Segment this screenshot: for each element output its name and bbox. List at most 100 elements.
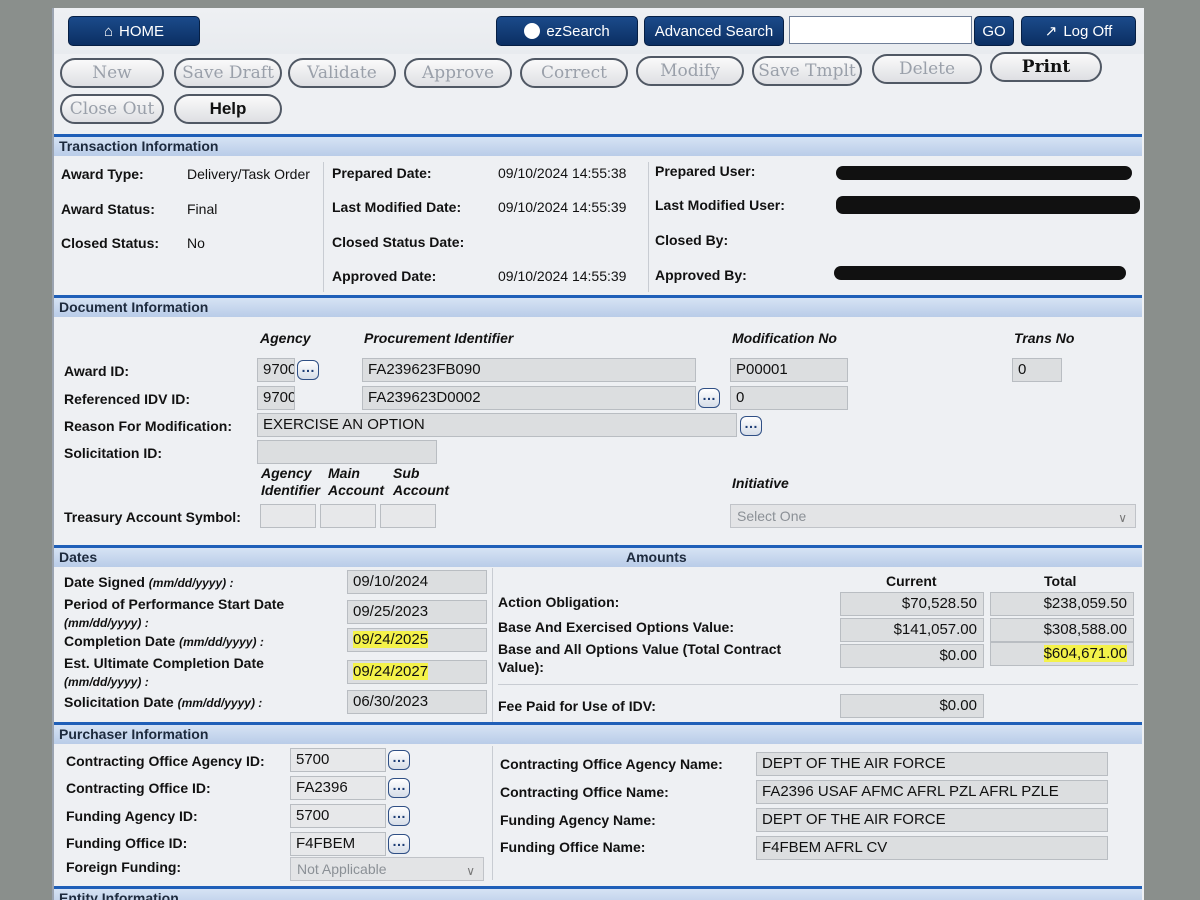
award-type-value: Delivery/Task Order: [187, 166, 310, 182]
funding-office-lookup-button[interactable]: …: [388, 834, 410, 854]
purchaser-title: Purchaser Information: [59, 726, 209, 742]
sub-account-field[interactable]: [380, 504, 436, 528]
completion-date-field[interactable]: 09/24/2025: [347, 628, 487, 652]
prepared-user-label: Prepared User:: [655, 163, 756, 179]
funding-agency-id-field[interactable]: 5700: [290, 804, 386, 828]
base-all-options-total[interactable]: $604,671.00: [990, 642, 1134, 666]
correct-label: Correct: [541, 63, 607, 83]
action-obligation-total[interactable]: $238,059.50: [990, 592, 1134, 616]
help-button[interactable]: Help: [174, 94, 282, 124]
contracting-office-agency-name-field[interactable]: DEPT OF THE AIR FORCE: [756, 752, 1108, 776]
funding-office-id-field[interactable]: F4FBEM: [290, 832, 386, 856]
transaction-divider-1: [323, 162, 324, 292]
logoff-label: Log Off: [1063, 22, 1113, 40]
contracting-office-agency-lookup-button[interactable]: …: [388, 750, 410, 770]
award-modification-field[interactable]: P00001: [730, 358, 848, 382]
delete-button[interactable]: Delete: [872, 54, 982, 84]
sub-account-header: Sub Account: [393, 465, 449, 498]
est-ultimate-completion-field[interactable]: 09/24/2027: [347, 660, 487, 684]
contracting-office-name-field[interactable]: FA2396 USAF AFMC AFRL PZL AFRL PZLE: [756, 780, 1108, 804]
last-modified-user-label: Last Modified User:: [655, 197, 785, 213]
foreign-funding-label: Foreign Funding:: [66, 859, 182, 875]
referenced-idv-label: Referenced IDV ID:: [64, 391, 191, 407]
screen: ⌂ HOME ezSearch Advanced Search GO ↗ Log…: [52, 8, 1144, 900]
solicitation-id-label: Solicitation ID:: [64, 445, 162, 461]
action-obligation-current[interactable]: $70,528.50: [840, 592, 984, 616]
new-button[interactable]: New: [60, 58, 164, 88]
award-trans-field[interactable]: 0: [1012, 358, 1062, 382]
base-exercised-current[interactable]: $141,057.00: [840, 618, 984, 642]
funding-agency-name-field[interactable]: DEPT OF THE AIR FORCE: [756, 808, 1108, 832]
home-button[interactable]: ⌂ HOME: [68, 16, 200, 46]
validate-button[interactable]: Validate: [288, 58, 396, 88]
transaction-divider-2: [648, 162, 649, 292]
ezsearch-button[interactable]: ezSearch: [496, 16, 638, 46]
search-input[interactable]: [789, 16, 972, 44]
modify-button[interactable]: Modify: [636, 56, 744, 86]
document-title: Document Information: [59, 299, 209, 315]
approve-button[interactable]: Approve: [404, 58, 512, 88]
save-template-label: Save Tmplt: [758, 61, 856, 81]
award-agency-lookup-button[interactable]: …: [297, 360, 319, 380]
entity-title: Entity Information: [59, 890, 179, 900]
correct-button[interactable]: Correct: [520, 58, 628, 88]
referenced-agency-field[interactable]: 9700: [257, 386, 295, 410]
logoff-button[interactable]: ↗ Log Off: [1021, 16, 1136, 46]
foreign-funding-select[interactable]: Not Applicable ∨: [290, 857, 484, 881]
date-signed-field[interactable]: 09/10/2024: [347, 570, 487, 594]
referenced-idv-lookup-button[interactable]: …: [698, 388, 720, 408]
base-all-options-current[interactable]: $0.00: [840, 644, 984, 668]
base-exercised-total[interactable]: $308,588.00: [990, 618, 1134, 642]
pop-start-field[interactable]: 09/25/2023: [347, 600, 487, 624]
foreign-funding-value: Not Applicable: [297, 861, 387, 877]
go-button[interactable]: GO: [974, 16, 1014, 46]
search-icon: [524, 23, 541, 39]
prepared-date-label: Prepared Date:: [332, 165, 432, 181]
funding-agency-lookup-button[interactable]: …: [388, 806, 410, 826]
modify-label: Modify: [660, 61, 720, 81]
total-column-header: Total: [1044, 573, 1077, 589]
reason-for-modification-field[interactable]: EXERCISE AN OPTION: [257, 413, 737, 437]
funding-agency-id-label: Funding Agency ID:: [66, 808, 198, 824]
print-button[interactable]: Print: [990, 52, 1102, 82]
closed-status-value: No: [187, 235, 205, 251]
redacted-approved-by: [834, 266, 1126, 280]
est-ultimate-completion-label: Est. Ultimate Completion Date (mm/dd/yyyy…: [64, 655, 264, 689]
referenced-modification-field[interactable]: 0: [730, 386, 848, 410]
save-draft-button[interactable]: Save Draft: [174, 58, 282, 88]
completion-date-highlight: 09/24/2025: [353, 631, 429, 648]
fee-paid-field[interactable]: $0.00: [840, 694, 984, 718]
procurement-column-header: Procurement Identifier: [364, 330, 514, 346]
prepared-date-value: 09/10/2024 14:55:38: [498, 165, 627, 181]
solicitation-date-field[interactable]: 06/30/2023: [347, 690, 487, 714]
initiative-select-value: Select One: [737, 508, 807, 524]
referenced-procurement-field[interactable]: FA239623D0002: [362, 386, 696, 410]
funding-office-name-field[interactable]: F4FBEM AFRL CV: [756, 836, 1108, 860]
contracting-office-agency-id-label: Contracting Office Agency ID:: [66, 753, 265, 769]
pop-start-label: Period of Performance Start Date (mm/dd/y…: [64, 596, 285, 630]
transaction-section-header: Transaction Information: [54, 134, 1142, 156]
reason-for-modification-label: Reason For Modification:: [64, 418, 232, 434]
advanced-search-button[interactable]: Advanced Search: [644, 16, 784, 46]
closed-status-date-label: Closed Status Date:: [332, 234, 465, 250]
contracting-office-lookup-button[interactable]: …: [388, 778, 410, 798]
save-template-button[interactable]: Save Tmplt: [752, 56, 862, 86]
agency-identifier-field[interactable]: [260, 504, 316, 528]
initiative-select[interactable]: Select One ∨: [730, 504, 1136, 528]
close-out-button[interactable]: Close Out: [60, 94, 164, 124]
award-agency-field[interactable]: 9700: [257, 358, 295, 382]
help-label: Help: [209, 99, 247, 118]
contracting-office-agency-id-field[interactable]: 5700: [290, 748, 386, 772]
ezsearch-label: ezSearch: [546, 22, 610, 40]
solicitation-id-field[interactable]: [257, 440, 437, 464]
funding-office-id-label: Funding Office ID:: [66, 835, 188, 851]
contracting-office-id-field[interactable]: FA2396: [290, 776, 386, 800]
purchaser-section-header: Purchaser Information: [54, 722, 1142, 744]
advanced-search-label: Advanced Search: [654, 22, 774, 40]
fee-paid-label: Fee Paid for Use of IDV:: [498, 698, 656, 714]
award-procurement-field[interactable]: FA239623FB090: [362, 358, 696, 382]
close-out-label: Close Out: [69, 99, 155, 119]
main-account-header: Main Account: [328, 465, 384, 498]
main-account-field[interactable]: [320, 504, 376, 528]
reason-lookup-button[interactable]: …: [740, 416, 762, 436]
